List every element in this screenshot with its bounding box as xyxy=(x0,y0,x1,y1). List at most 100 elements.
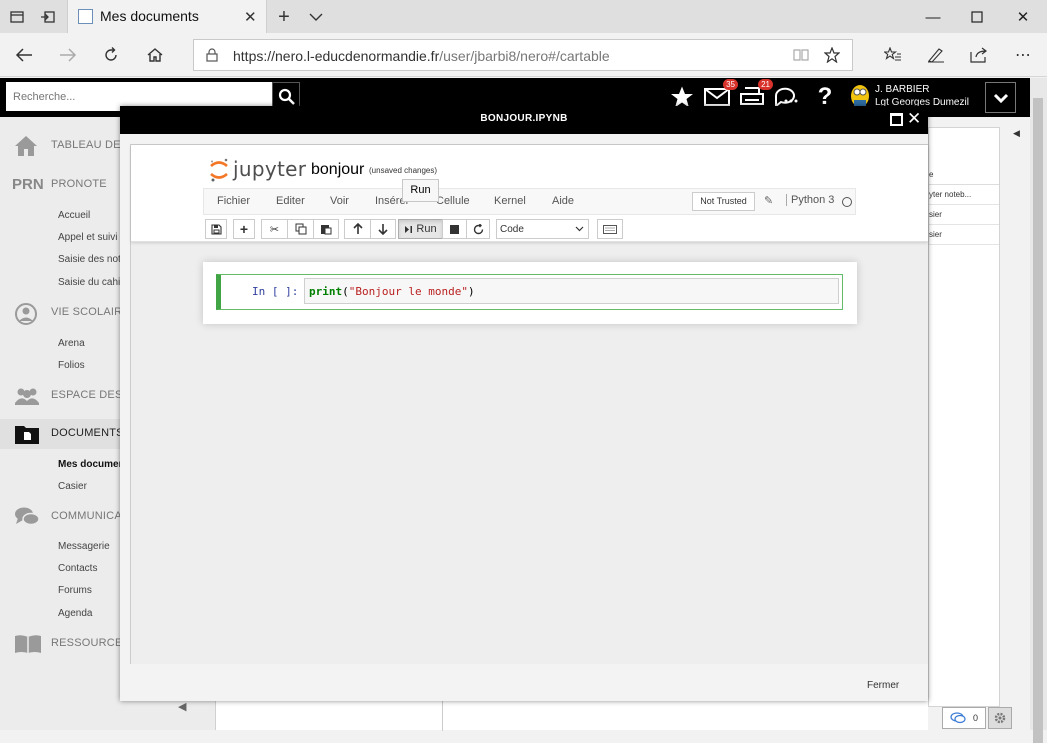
command-palette-keyboard-icon[interactable] xyxy=(597,219,623,239)
comments-icon xyxy=(14,506,40,528)
move-up-arrow-icon[interactable] xyxy=(344,219,370,239)
web-note-pen-icon[interactable] xyxy=(923,43,949,67)
code-string: "Bonjour le monde" xyxy=(348,285,468,298)
sidebar-label: VIE SCOLAIRE xyxy=(51,306,130,318)
sidebar: TABLEAU DE B PRN PRONOTE Accueil Appel e… xyxy=(0,117,134,730)
code-paren-close: ) xyxy=(467,285,475,298)
menu-kernel[interactable]: Kernel xyxy=(494,195,526,207)
favorite-star-icon[interactable] xyxy=(824,47,840,63)
menu-voir[interactable]: Voir xyxy=(330,195,349,207)
edit-pencil-icon[interactable]: ✎ xyxy=(764,194,773,207)
code-paren-open: ( xyxy=(342,285,349,298)
tab-manager-icon[interactable] xyxy=(6,6,28,28)
sidebar-subitem-arena[interactable]: Arena xyxy=(58,338,85,349)
panel-toggle-arrow-icon[interactable]: ◀ xyxy=(1013,128,1020,139)
sidebar-item-vie-scolaire[interactable]: VIE SCOLAIRE xyxy=(0,298,130,328)
home-icon xyxy=(14,135,38,157)
home-icon[interactable] xyxy=(142,43,168,67)
minimize-window-icon[interactable]: — xyxy=(922,6,944,28)
menu-fichier[interactable]: Fichier xyxy=(217,195,250,207)
content-bottom-strip xyxy=(216,700,928,731)
settings-gear-icon[interactable] xyxy=(988,707,1012,729)
new-tab-icon[interactable]: + xyxy=(273,6,295,28)
cell-type-select[interactable]: Code xyxy=(496,219,589,239)
menu-cellule[interactable]: Cellule xyxy=(436,195,470,207)
maximize-window-icon[interactable] xyxy=(966,6,988,28)
sidebar-subitem-agenda[interactable]: Agenda xyxy=(58,608,92,619)
user-name: J. BARBIER xyxy=(875,84,930,95)
reading-view-icon[interactable] xyxy=(793,48,809,62)
sidebar-subitem-saisie-cahier[interactable]: Saisie du cahi xyxy=(58,277,120,288)
sidebar-label: RESSOURCES xyxy=(51,637,131,649)
cut-scissors-icon[interactable]: ✂ xyxy=(261,219,287,239)
save-button[interactable] xyxy=(205,219,227,239)
modal-footer xyxy=(120,664,928,701)
sidebar-item-documents[interactable]: DOCUMENTS xyxy=(0,419,124,449)
notebook-name[interactable]: bonjour xyxy=(311,161,364,179)
sidebar-item-ressources[interactable]: RESSOURCES xyxy=(0,629,130,659)
url-host: https://nero.l-educdenormandie.fr xyxy=(233,48,440,64)
interrupt-stop-icon[interactable] xyxy=(442,219,466,239)
trust-button[interactable]: Not Trusted xyxy=(692,192,755,211)
url-path: /user/jbarbi8/nero#/cartable xyxy=(439,48,610,64)
scrollbar-thumb[interactable] xyxy=(1033,98,1043,743)
list-item[interactable]: sier xyxy=(929,205,999,225)
sidebar-subitem-accueil[interactable]: Accueil xyxy=(58,210,90,221)
notebook-modal: BONJOUR.IPYNB ✕ jupyter bonjour (unsaved… xyxy=(120,106,928,701)
sidebar-subitem-mes-documents[interactable]: Mes documen xyxy=(58,459,125,470)
sidebar-subitem-casier[interactable]: Casier xyxy=(58,481,87,492)
menu-aide[interactable]: Aide xyxy=(552,195,574,207)
group-users-icon xyxy=(14,385,40,407)
chat-button[interactable]: 0 xyxy=(942,707,986,729)
user-dropdown-chevron-icon[interactable] xyxy=(985,82,1016,113)
sidebar-item-communication[interactable]: COMMUNICAT xyxy=(0,502,128,532)
back-icon[interactable] xyxy=(11,43,37,67)
list-item[interactable]: sier xyxy=(929,225,999,245)
modal-title: BONJOUR.IPYNB xyxy=(480,113,568,124)
copy-icon[interactable] xyxy=(287,219,313,239)
refresh-icon[interactable] xyxy=(98,43,124,67)
jupyter-menubar: Fichier Editer Voir Insérer Cellule Kern… xyxy=(203,188,856,215)
favorites-hub-icon[interactable] xyxy=(880,43,906,67)
kernel-idle-indicator-icon xyxy=(842,197,852,207)
close-tab-icon[interactable]: ✕ xyxy=(244,8,257,26)
browser-tab-active[interactable]: Mes documents ✕ xyxy=(67,0,267,33)
insert-cell-plus-icon[interactable]: + xyxy=(233,219,255,239)
sidebar-item-tableau[interactable]: TABLEAU DE B xyxy=(0,131,131,161)
share-icon[interactable] xyxy=(966,43,992,67)
sidebar-subitem-saisie-notes[interactable]: Saisie des not xyxy=(58,254,121,265)
url-text: https://nero.l-educdenormandie.fr/user/j… xyxy=(233,48,610,64)
sidebar-item-espace[interactable]: ESPACE DES C xyxy=(0,381,134,411)
sidebar-subitem-appel[interactable]: Appel et suivi xyxy=(58,232,117,243)
set-aside-tabs-icon[interactable] xyxy=(37,6,59,28)
page-scrollbar[interactable] xyxy=(1030,78,1047,743)
list-item[interactable]: yter noteb... xyxy=(929,185,999,205)
close-modal-button[interactable]: Fermer xyxy=(867,680,899,691)
sidebar-subitem-folios[interactable]: Folios xyxy=(58,360,85,371)
code-builtin: print xyxy=(309,285,343,298)
more-menu-icon[interactable]: ⋯ xyxy=(1010,43,1036,67)
jupyter-logo[interactable]: jupyter xyxy=(209,157,306,183)
collapse-sidebar-icon[interactable]: ◀ xyxy=(178,700,186,713)
close-modal-icon[interactable]: ✕ xyxy=(907,109,921,129)
tab-list-chevron-icon[interactable] xyxy=(305,6,327,28)
menu-editer[interactable]: Editer xyxy=(276,195,305,207)
sidebar-subitem-contacts[interactable]: Contacts xyxy=(58,563,97,574)
code-cell[interactable]: In [ ]: print("Bonjour le monde") xyxy=(216,274,843,310)
user-avatar-icon xyxy=(848,82,872,108)
sidebar-item-pronote[interactable]: PRN PRONOTE xyxy=(0,170,120,200)
sidebar-subitem-forums[interactable]: Forums xyxy=(58,585,92,596)
cell-type-value: Code xyxy=(500,224,524,235)
forward-icon[interactable] xyxy=(55,43,81,67)
jupyter-logo-text: jupyter xyxy=(233,157,307,181)
move-down-arrow-icon[interactable] xyxy=(370,219,396,239)
maximize-modal-icon[interactable] xyxy=(890,113,903,126)
address-bar[interactable]: https://nero.l-educdenormandie.fr/user/j… xyxy=(193,39,853,71)
code-editor[interactable]: print("Bonjour le monde") xyxy=(304,278,839,304)
sidebar-label: PRONOTE xyxy=(51,178,107,190)
run-button[interactable]: Run xyxy=(398,219,442,239)
paste-icon[interactable] xyxy=(313,219,339,239)
close-window-icon[interactable]: ✕ xyxy=(1012,6,1034,28)
sidebar-subitem-messagerie[interactable]: Messagerie xyxy=(58,541,110,552)
restart-kernel-icon[interactable] xyxy=(466,219,490,239)
